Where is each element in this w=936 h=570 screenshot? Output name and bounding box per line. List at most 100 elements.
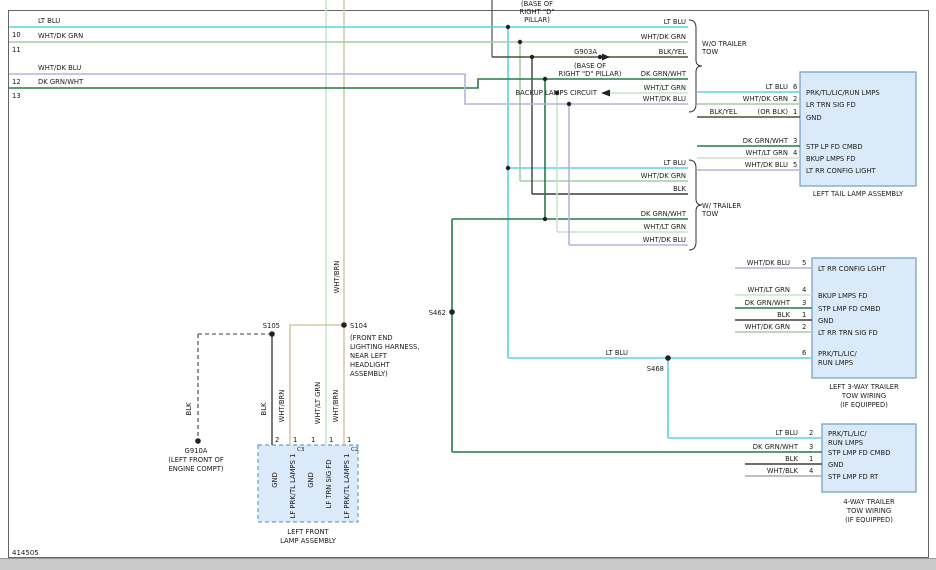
box3-pin4-label: STP LMP FD RT	[828, 473, 879, 481]
label-w-trailer-2: TOW	[701, 210, 719, 218]
label-s104-loc4: HEADLIGHT	[350, 361, 390, 369]
label-g1-wht-dk-blu: WHT/DK BLU	[643, 95, 686, 103]
lamp-caption-1: LEFT FRONT	[287, 528, 329, 536]
box1-pin5-label: LT RR CONFIG LIGHT	[806, 167, 876, 175]
label-tail-or-blk: (OR BLK)	[758, 108, 789, 116]
box2-caption-3: (IF EQUIPPED)	[840, 401, 888, 409]
label-g1-wht-lt-grn: WHT/LT GRN	[643, 84, 686, 92]
label-ckt12-color: WHT/DK BLU	[38, 64, 81, 72]
box3-pin3-label: STP LMP FD CMBD	[828, 449, 890, 457]
label-backup-circuit: BACKUP LAMPS CIRCUIT	[516, 89, 598, 97]
lamp-col5-prk: LF PRK/TL LAMPS 1	[343, 454, 351, 519]
label-s104-loc1: (FRONT END	[350, 334, 393, 342]
splice-s462	[449, 309, 455, 315]
lamp-col3-gnd: GND	[307, 472, 315, 488]
lamp-pin-1a: 1	[293, 436, 297, 444]
label-s104: S104	[350, 322, 367, 330]
label-3way-blk: BLK	[777, 311, 790, 319]
label-pillar-3: PILLAR)	[524, 16, 550, 24]
label-blk-vertical-s105: BLK	[260, 402, 268, 415]
label-3way-pin6: 6	[802, 349, 806, 357]
label-g910a-loc2: ENGINE COMPT)	[168, 465, 223, 473]
box3-caption-1: 4-WAY TRAILER	[843, 498, 895, 506]
label-g2-blk: BLK	[673, 185, 686, 193]
junction-lt-blu-drop	[506, 25, 510, 29]
label-3way-pin5: 5	[802, 259, 806, 267]
box1-pin2-label: LR TRN SIG FD	[806, 101, 856, 109]
label-tail-blk-yel: BLK/YEL	[710, 108, 738, 116]
label-ckt12-num: 12	[12, 78, 21, 86]
label-ckt11-color: WHT/DK GRN	[38, 32, 83, 40]
splice-s105	[269, 331, 275, 337]
label-4way-wht-blk: WHT/BLK	[767, 467, 799, 475]
label-3way-wht-dk-blu: WHT/DK BLU	[747, 259, 790, 267]
lamp-conn-c2: C2	[351, 447, 358, 453]
label-g2-wht-dk-blu: WHT/DK BLU	[643, 236, 686, 244]
label-4way-pin2: 2	[809, 429, 813, 437]
splice-s104	[341, 322, 347, 328]
label-g2-dk-grn-wht: DK GRN/WHT	[641, 210, 687, 218]
lamp-pin-1b: 1	[311, 436, 315, 444]
label-s105: S105	[263, 322, 280, 330]
label-tail-wht-lt-grn: WHT/LT GRN	[745, 149, 788, 157]
box2-caption-1: LEFT 3-WAY TRAILER	[829, 383, 899, 391]
label-g910a-loc1: (LEFT FRONT OF	[168, 456, 224, 464]
label-g910a: G910A	[185, 447, 208, 455]
label-tail-pin1: 1	[793, 108, 797, 116]
box3-pin2-label-1: PRK/TL/LIC/	[828, 430, 867, 438]
label-4way-pin4: 4	[809, 467, 813, 475]
label-tail-pin4: 4	[793, 149, 797, 157]
wiring-diagram: 414505 LT BLU10WHT/DK GRN11WHT/DK BLU12D…	[0, 0, 936, 570]
box2-pin5-label: LT RR CONFIG LGHT	[818, 265, 886, 273]
lamp-pin-2: 2	[275, 436, 279, 444]
label-tail-pin5: 5	[793, 161, 797, 169]
junction-lt-blu-wtow	[506, 166, 510, 170]
label-s104-loc3: NEAR LEFT	[350, 352, 388, 360]
lamp-col2-prk: LF PRK/TL LAMPS 1	[289, 454, 297, 519]
label-3way-pin4: 4	[802, 286, 806, 294]
label-ckt13-color: DK GRN/WHT	[38, 78, 84, 86]
box1-caption: LEFT TAIL LAMP ASSEMBLY	[813, 190, 904, 198]
label-g903a-loc1: (BASE OF	[574, 62, 606, 70]
label-s462: S462	[429, 309, 446, 317]
box2-pin6-label-2: RUN LMPS	[818, 359, 853, 367]
label-w-trailer-1: W/ TRAILER	[702, 202, 742, 210]
label-3way-lt-blu: LT BLU	[606, 349, 628, 357]
label-g2-wht-dk-grn: WHT/DK GRN	[641, 172, 686, 180]
label-tail-pin6: 6	[793, 83, 797, 91]
label-ckt10-num: 10	[12, 31, 21, 39]
lamp-pin-1c: 1	[329, 436, 333, 444]
box2-pin4-label: BKUP LMPS FD	[818, 292, 868, 300]
box1-pin4-label: BKUP LMPS FD	[806, 155, 856, 163]
label-wht-lt-grn-vertical: WHT/LT GRN	[314, 382, 322, 425]
box1-pin1-label: GND	[806, 114, 822, 122]
label-wht-brn-vertical-col2: WHT/BRN	[278, 390, 286, 423]
label-g2-wht-lt-grn: WHT/LT GRN	[643, 223, 686, 231]
junction-blk-drop	[530, 55, 534, 59]
box1-pin6-label: PRK/TL/LIC/RUN LMPS	[806, 89, 880, 97]
label-wo-trailer-1: W/O TRAILER	[702, 40, 747, 48]
arrow-backup-lamps	[601, 90, 610, 97]
label-tail-wht-dk-blu: WHT/DK BLU	[745, 161, 788, 169]
label-tail-dk-grn-wht: DK GRN/WHT	[743, 137, 789, 145]
label-4way-pin1: 1	[809, 455, 813, 463]
label-g1-dk-grn-wht: DK GRN/WHT	[641, 70, 687, 78]
junction-dk-grn-wht-wtow	[543, 217, 547, 221]
label-ckt10-color: LT BLU	[38, 17, 60, 25]
ground-g910a	[195, 438, 201, 444]
box2-pin1-label: GND	[818, 317, 834, 325]
label-4way-blk: BLK	[785, 455, 798, 463]
wire-dk-grn-wht-ckt13	[9, 79, 688, 88]
label-g903a-loc2: RIGHT "D" PILLAR)	[559, 70, 622, 78]
label-4way-pin3: 3	[809, 443, 813, 451]
label-ckt13-num: 13	[12, 92, 21, 100]
label-g1-lt-blu: LT BLU	[664, 18, 686, 26]
label-tail-wht-dk-grn: WHT/DK GRN	[743, 95, 788, 103]
label-tail-pin2: 2	[793, 95, 797, 103]
label-g903a: G903A	[574, 48, 597, 56]
lamp-col4-trn: LF TRN SIG FD	[325, 460, 333, 509]
drawing-number: 414505	[12, 549, 39, 557]
splice-s468	[665, 355, 671, 361]
box2-pin3-label: STP LMP FD CMBD	[818, 305, 880, 313]
label-4way-lt-blu: LT BLU	[776, 429, 798, 437]
